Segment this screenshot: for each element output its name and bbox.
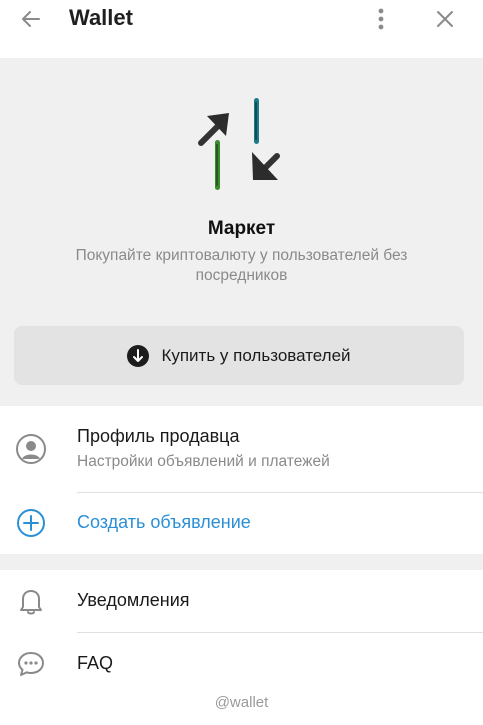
market-title: Маркет (207, 218, 276, 239)
notifications-item[interactable]: Уведомления (0, 570, 483, 632)
buy-from-users-button[interactable]: Купить у пользователей (14, 326, 464, 385)
notifications-title: Уведомления (77, 590, 190, 610)
seller-profile-subtitle: Настройки объявлений и платежей (77, 453, 330, 470)
top-bar: Wallet (0, 0, 483, 58)
market-subtitle: Покупайте криптовалюту у пользователей б… (75, 247, 408, 284)
plus-circle-icon (14, 506, 48, 540)
page-title: Wallet (69, 5, 133, 30)
faq-item[interactable]: FAQ (0, 633, 483, 695)
seller-section: Профиль продавца Настройки объявлений и … (0, 406, 483, 554)
swap-arrows-icon (198, 98, 280, 190)
create-ad-title: Создать объявление (77, 512, 251, 532)
more-menu-button[interactable] (365, 2, 397, 36)
create-ad-item[interactable]: Создать объявление (0, 493, 483, 554)
bell-icon (14, 584, 48, 618)
close-button[interactable] (428, 2, 462, 36)
seller-profile-title: Профиль продавца (77, 426, 240, 446)
market-hero: Маркет Покупайте криптовалюту у пользова… (0, 58, 483, 406)
seller-profile-item[interactable]: Профиль продавца Настройки объявлений и … (0, 406, 483, 492)
back-button[interactable] (14, 2, 48, 36)
user-circle-icon (14, 432, 48, 466)
faq-title: FAQ (77, 653, 114, 673)
chat-bubble-icon (14, 647, 48, 681)
more-vertical-icon (378, 8, 384, 30)
arrow-down-circle-icon (127, 344, 150, 367)
settings-section: Уведомления FAQ (0, 570, 483, 695)
arrow-left-icon (22, 11, 40, 27)
close-icon (437, 11, 453, 27)
footer-handle: @wallet (214, 694, 269, 711)
section-gap (0, 554, 483, 570)
buy-button-label: Купить у пользователей (161, 345, 351, 365)
